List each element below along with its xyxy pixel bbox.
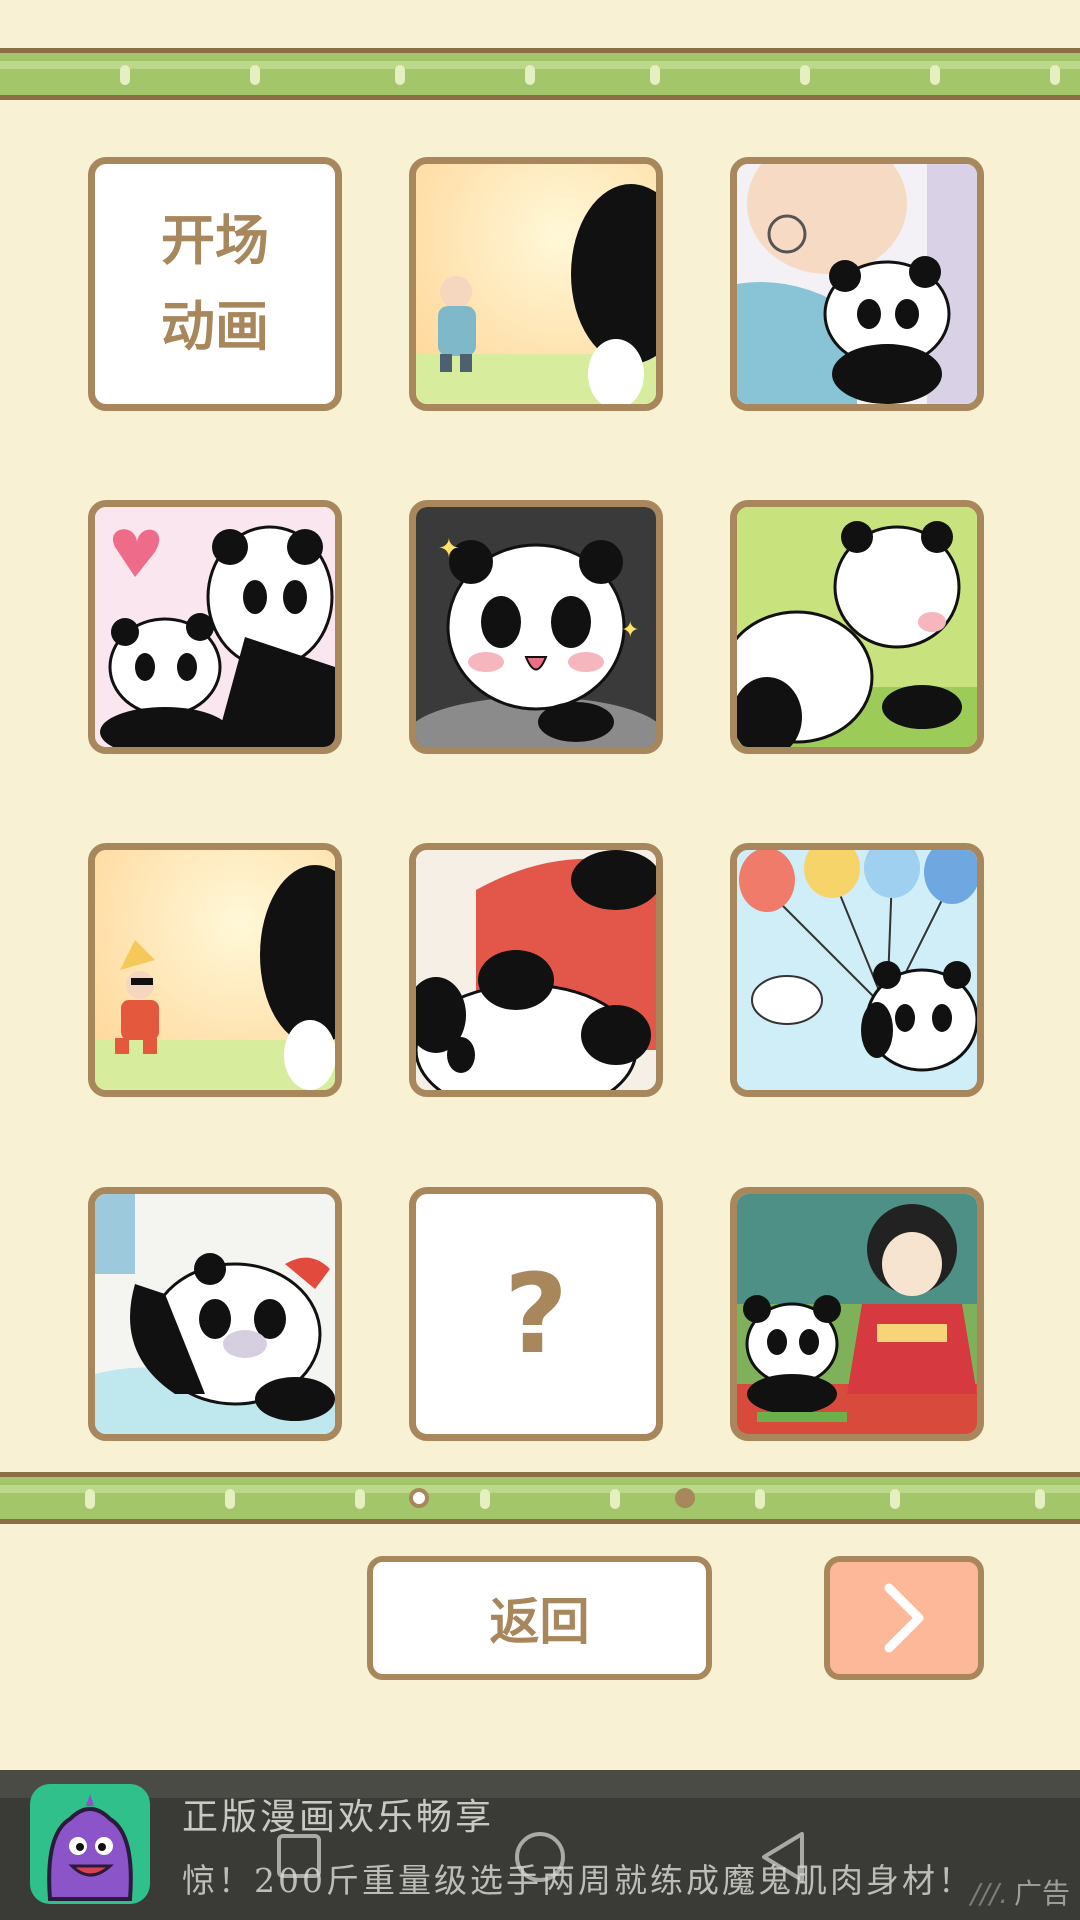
opening-animation-label: 开场 动画 xyxy=(95,164,335,404)
back-button[interactable]: 返回 xyxy=(367,1556,712,1680)
tile-episode-8[interactable] xyxy=(730,843,984,1097)
bamboo-divider-top xyxy=(0,48,1080,100)
tile-episode-6[interactable] xyxy=(88,843,342,1097)
tile-episode-10[interactable] xyxy=(730,1187,984,1441)
triangle-back-icon[interactable] xyxy=(758,1830,808,1884)
comic-thumbnail xyxy=(95,507,335,747)
comic-thumbnail: ✦ ✦ xyxy=(416,507,656,747)
ad-tag: ///. 广告 xyxy=(970,1877,1070,1910)
bamboo-divider-bottom xyxy=(0,1472,1080,1524)
comic-thumbnail xyxy=(95,850,335,1090)
page-dot-2[interactable] xyxy=(675,1488,695,1508)
comic-thumbnail xyxy=(737,164,977,404)
comic-thumbnail xyxy=(737,1194,977,1434)
tile-episode-5[interactable] xyxy=(730,500,984,754)
opening-animation-line-2: 动画 xyxy=(161,295,269,358)
tile-episode-7[interactable] xyxy=(409,843,663,1097)
comic-thumbnail xyxy=(416,164,656,404)
purple-ghost-app-icon xyxy=(30,1784,150,1904)
back-button-label: 返回 xyxy=(489,1593,590,1651)
page-dot-1-active[interactable] xyxy=(409,1488,429,1508)
comic-thumbnail xyxy=(737,507,977,747)
comic-thumbnail xyxy=(737,850,977,1090)
tile-episode-9[interactable] xyxy=(88,1187,342,1441)
tile-locked[interactable]: ? xyxy=(409,1187,663,1441)
tile-episode-3[interactable] xyxy=(88,500,342,754)
svg-text:✦: ✦ xyxy=(621,618,639,643)
chevron-right-icon xyxy=(884,1583,924,1653)
ad-title: 正版漫画欢乐畅享 xyxy=(182,1797,495,1838)
svg-text:✦: ✦ xyxy=(438,534,460,564)
question-mark: ? xyxy=(504,1250,568,1378)
ad-banner[interactable]: 正版漫画欢乐畅享 惊！200斤重量级选手两周就练成魔鬼肌肉身材！ ///. 广告 xyxy=(0,1770,1080,1920)
comic-thumbnail xyxy=(95,1194,335,1434)
comic-thumbnail xyxy=(416,850,656,1090)
locked-question-mark: ? xyxy=(416,1194,656,1434)
tile-opening-animation[interactable]: 开场 动画 xyxy=(88,157,342,411)
tile-episode-1[interactable] xyxy=(409,157,663,411)
circle-home-icon[interactable] xyxy=(513,1830,567,1884)
ad-tag-label: 广告 xyxy=(1013,1877,1070,1910)
square-recents-icon[interactable] xyxy=(275,1832,323,1880)
next-page-button[interactable] xyxy=(824,1556,984,1680)
tile-episode-2[interactable] xyxy=(730,157,984,411)
tile-episode-4[interactable]: ✦ ✦ xyxy=(409,500,663,754)
opening-animation-line-1: 开场 xyxy=(161,209,269,272)
